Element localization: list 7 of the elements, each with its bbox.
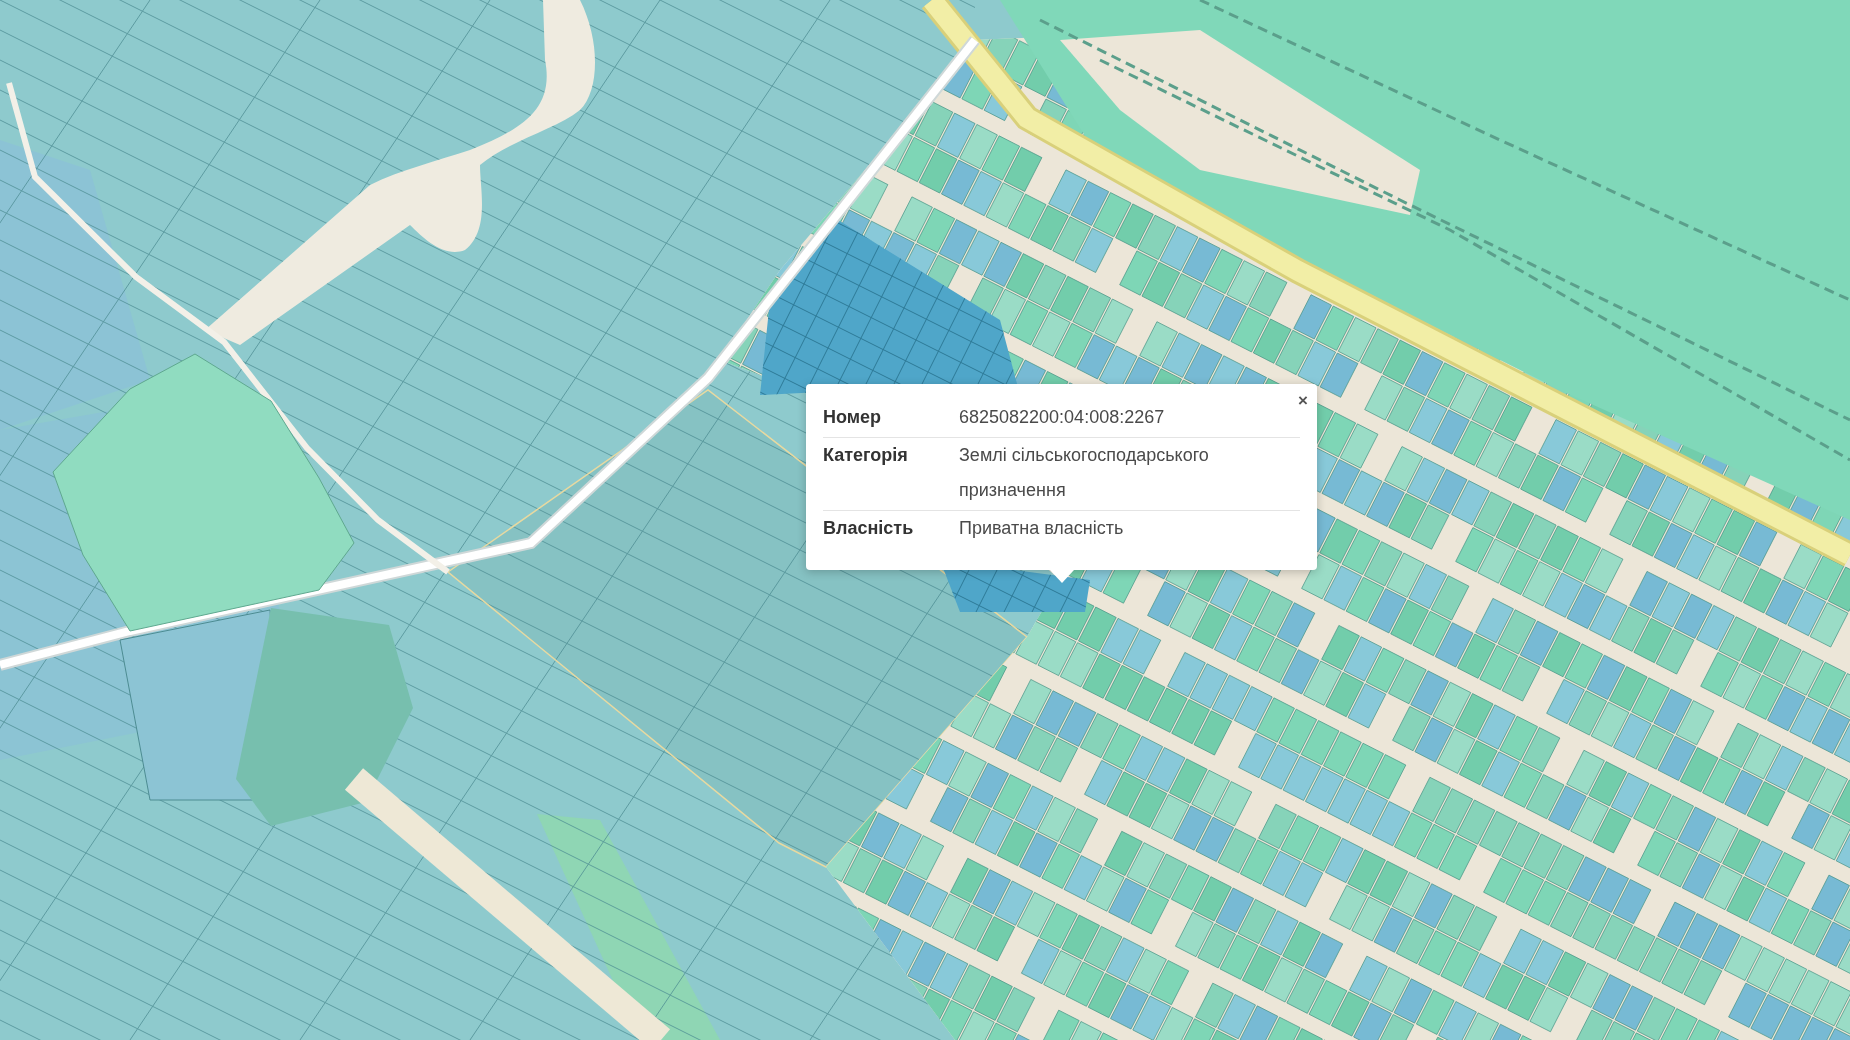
field-label: Номер — [823, 406, 882, 429]
field-value: Землі сільськогосподарського призначення — [959, 444, 1210, 502]
field-value: 6825082200:04:008:2267 — [959, 406, 1165, 429]
field-value: Приватна власність — [959, 517, 1124, 540]
field-label: Категорія — [823, 444, 908, 467]
field-label: Власність — [823, 517, 914, 540]
close-button[interactable]: × — [1298, 392, 1308, 409]
